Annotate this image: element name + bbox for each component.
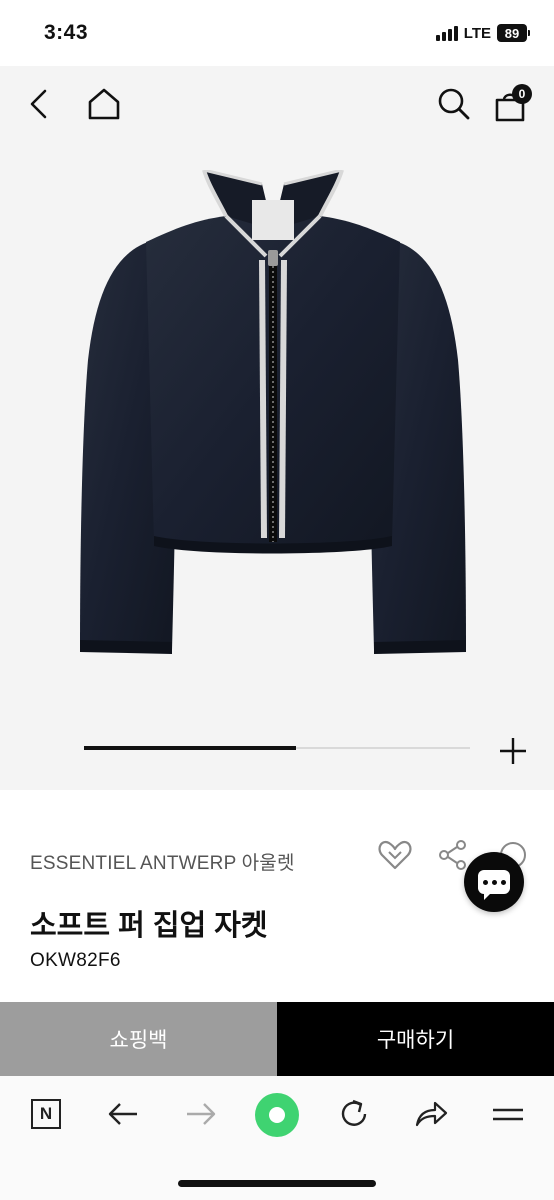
home-indicator	[178, 1180, 376, 1187]
menu-icon[interactable]	[488, 1094, 528, 1134]
share-arrow-icon[interactable]	[411, 1094, 451, 1134]
reload-icon[interactable]	[334, 1094, 374, 1134]
back-arrow-icon[interactable]	[103, 1094, 143, 1134]
plus-icon[interactable]	[498, 736, 528, 766]
gallery-progress-track	[84, 746, 470, 750]
share-icon[interactable]	[436, 838, 470, 872]
gallery-progress-fill	[84, 746, 297, 750]
chat-icon	[478, 870, 510, 900]
search-icon[interactable]	[436, 86, 472, 122]
battery-icon: 89	[497, 24, 530, 42]
buy-now-button[interactable]: 구매하기	[277, 1002, 554, 1076]
product-gallery[interactable]: 0	[0, 66, 554, 790]
green-dot-icon[interactable]	[254, 1092, 300, 1138]
product-code: OKW82F6	[30, 950, 121, 971]
home-icon[interactable]	[86, 86, 122, 122]
naver-icon[interactable]: N	[26, 1094, 66, 1134]
status-indicators: LTE 89	[435, 24, 530, 42]
chat-button[interactable]	[464, 852, 524, 912]
naver-label: N	[31, 1099, 61, 1129]
add-to-cart-button[interactable]: 쇼핑백	[0, 1002, 277, 1076]
network-label: LTE	[463, 24, 491, 42]
cart-count-badge: 0	[512, 84, 532, 104]
signal-icon	[435, 25, 458, 41]
back-icon[interactable]	[22, 86, 54, 122]
status-time: 3:43	[44, 21, 89, 44]
product-name: 소프트 퍼 집업 자켓	[30, 910, 268, 942]
status-bar: 3:43 LTE 89	[0, 0, 554, 66]
shopping-bag-icon[interactable]: 0	[494, 84, 532, 122]
brand-name[interactable]: ESSENTIEL ANTWERP 아울렛	[30, 848, 295, 875]
heart-icon[interactable]	[378, 838, 412, 872]
forward-arrow-icon[interactable]	[181, 1094, 221, 1134]
battery-level: 89	[497, 24, 527, 42]
purchase-action-bar: 쇼핑백 구매하기	[0, 1002, 554, 1076]
product-image	[76, 168, 470, 666]
browser-toolbar: N	[0, 1076, 554, 1200]
